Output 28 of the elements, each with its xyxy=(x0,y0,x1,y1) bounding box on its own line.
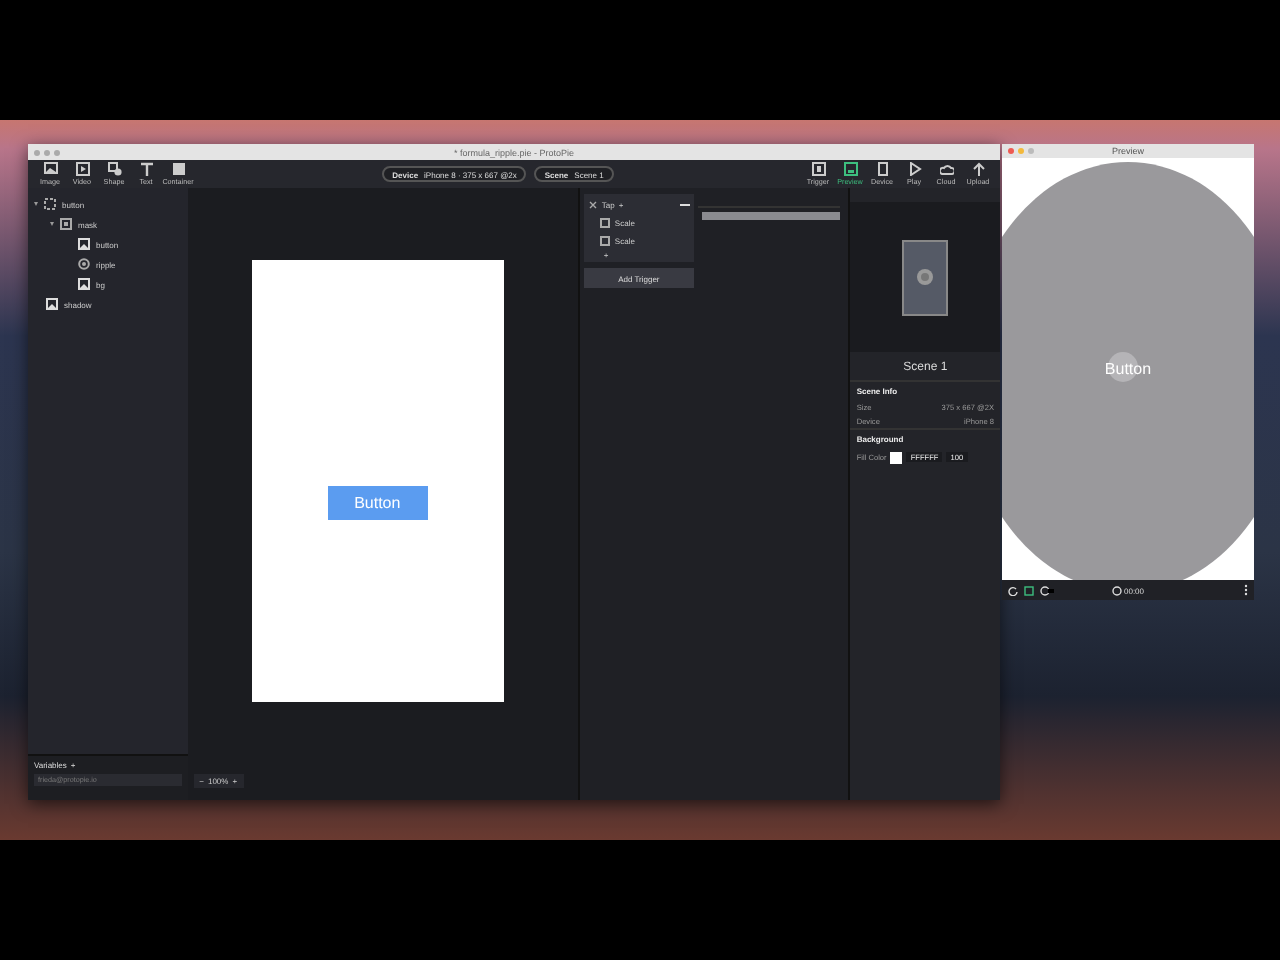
eye-icon xyxy=(1040,585,1054,595)
minus-icon xyxy=(679,203,690,207)
refresh-icon xyxy=(1008,585,1018,595)
shapes-icon xyxy=(107,162,121,176)
tap-icon xyxy=(587,200,598,210)
ripple-icon xyxy=(78,258,90,270)
container-icon xyxy=(171,162,185,176)
preview-icon xyxy=(1024,585,1034,595)
image-icon xyxy=(46,298,58,310)
image-icon xyxy=(78,238,90,250)
play-icon xyxy=(907,162,921,176)
cloud-icon xyxy=(939,162,953,176)
image-icon xyxy=(78,278,90,290)
color-swatch[interactable] xyxy=(890,451,903,463)
phone-icon xyxy=(875,162,889,176)
caret-icon[interactable] xyxy=(34,202,38,206)
image-icon xyxy=(43,162,57,176)
mask-icon xyxy=(60,218,72,230)
ripple-icon xyxy=(916,268,935,286)
animation-bar[interactable] xyxy=(701,212,841,220)
trigger-icon xyxy=(811,162,825,176)
text-icon xyxy=(139,162,153,176)
group-icon xyxy=(44,198,56,210)
clock-icon xyxy=(1112,585,1122,595)
preview-icon xyxy=(843,162,857,176)
upload-icon xyxy=(971,162,985,176)
video-icon xyxy=(75,162,89,176)
caret-icon[interactable] xyxy=(50,222,54,226)
